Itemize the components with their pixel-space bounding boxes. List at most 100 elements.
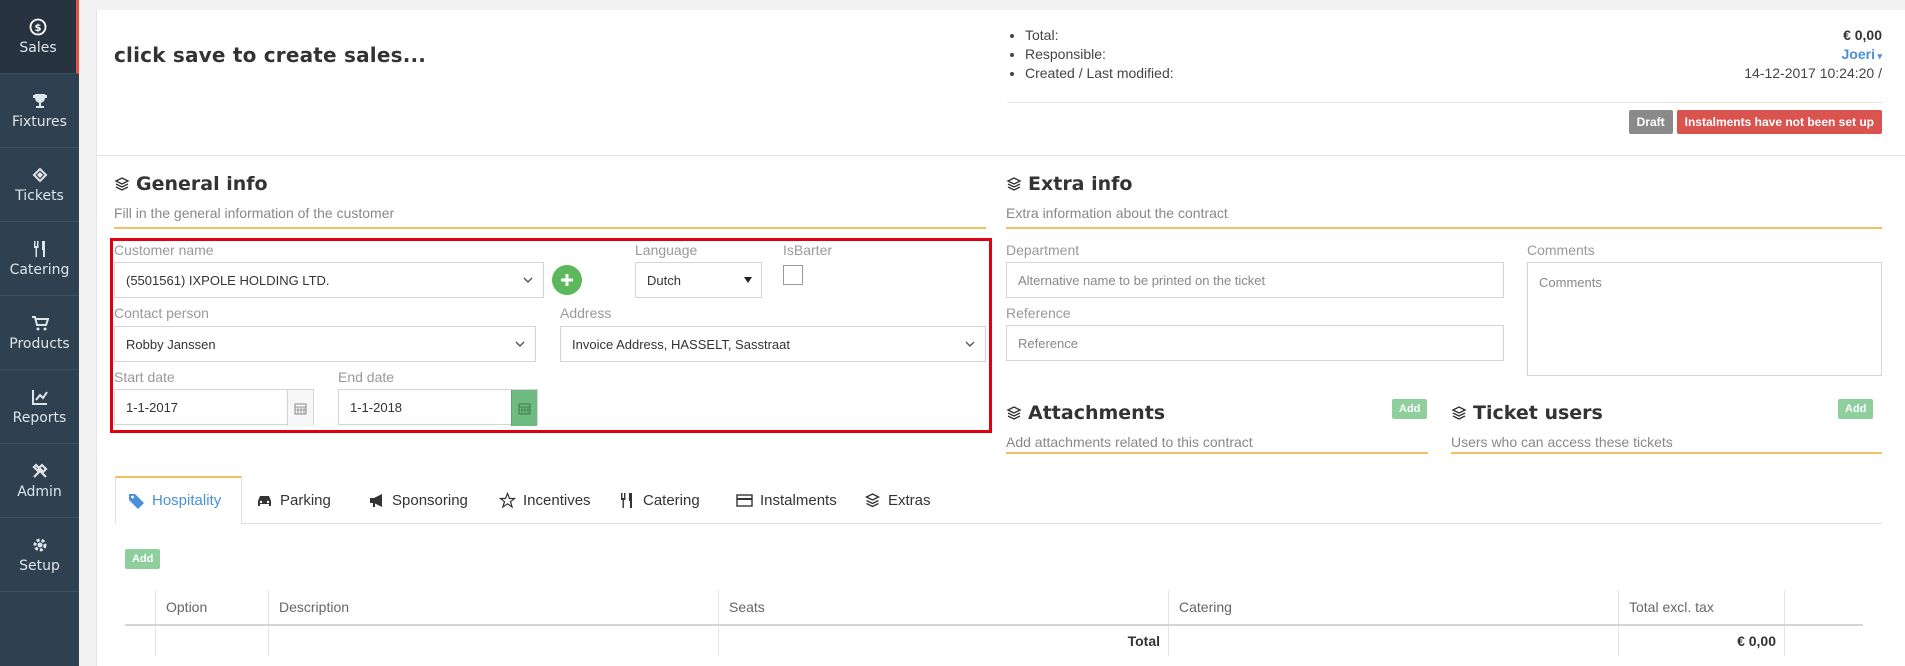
chevron-down-icon	[523, 277, 533, 283]
tab-sponsoring[interactable]: Sponsoring	[356, 476, 480, 524]
sidebar-item-products[interactable]: Products	[0, 296, 79, 370]
page-title: click save to create sales...	[114, 43, 427, 67]
general-info-subtitle: Fill in the general information of the c…	[114, 205, 395, 221]
cutlery-icon	[33, 240, 45, 257]
summary-created: Created / Last modified: 14-12-2017 10:2…	[1025, 64, 1882, 83]
tab-parking[interactable]: Parking	[244, 476, 343, 524]
caret-down-icon	[744, 277, 752, 283]
credit-card-icon	[736, 493, 753, 507]
add-ticket-user-button[interactable]: Add	[1838, 399, 1874, 419]
sidebar: $ Sales Fixtures Tickets Catering Produc…	[0, 0, 79, 666]
sidebar-item-label: Sales	[19, 39, 57, 56]
language-select[interactable]: Dutch	[635, 262, 762, 298]
cutlery-icon	[621, 492, 632, 508]
tab-bar: Hospitality Parking Sponsoring Incentive…	[115, 476, 1882, 524]
tab-hospitality[interactable]: Hospitality	[115, 476, 242, 524]
add-row-button[interactable]: Add	[125, 549, 161, 569]
gear-icon	[33, 538, 46, 551]
layers-icon	[864, 492, 881, 507]
add-attachment-button[interactable]: Add	[1392, 399, 1428, 419]
divider	[1006, 452, 1428, 454]
sidebar-item-label: Products	[9, 335, 70, 352]
layers-icon	[1006, 177, 1022, 191]
sidebar-item-reports[interactable]: Reports	[0, 370, 79, 444]
created-value: 14-12-2017 10:24:20 /	[1744, 65, 1882, 81]
sidebar-item-fixtures[interactable]: Fixtures	[0, 74, 79, 148]
attachments-heading: Attachments	[1006, 402, 1165, 424]
plus-icon	[561, 274, 573, 286]
isbarter-label: IsBarter	[783, 242, 833, 258]
table-header-total: Total excl. tax	[1618, 590, 1784, 624]
sidebar-item-label: Fixtures	[12, 113, 67, 130]
tab-catering[interactable]: Catering	[607, 476, 712, 524]
start-date-label: Start date	[114, 369, 175, 385]
sidebar-item-tickets[interactable]: Tickets	[0, 148, 79, 222]
add-customer-button[interactable]	[552, 265, 582, 295]
ticket-users-subtitle: Users who can access these tickets	[1451, 434, 1673, 450]
department-input[interactable]: Alternative name to be printed on the ti…	[1006, 262, 1504, 298]
reference-input[interactable]: Reference	[1006, 325, 1504, 361]
table-cell	[1784, 626, 1863, 656]
tab-incentives[interactable]: Incentives	[487, 476, 603, 524]
divider	[1006, 227, 1882, 229]
sidebar-item-admin[interactable]: Admin	[0, 444, 79, 518]
main-panel: click save to create sales... Total: € 0…	[96, 10, 1905, 666]
table-cell	[268, 626, 718, 656]
ticket-users-heading: Ticket users	[1451, 402, 1603, 424]
sidebar-item-setup[interactable]: Setup	[0, 518, 79, 592]
summary-panel: Total: € 0,00 Responsible: Joeri ▾ Creat…	[1007, 26, 1882, 103]
status-badge: Draft	[1628, 110, 1673, 134]
summary-responsible: Responsible: Joeri ▾	[1025, 45, 1882, 64]
comments-textarea[interactable]: Comments	[1527, 262, 1882, 376]
address-select[interactable]: Invoice Address, HASSELT, Sasstraat	[560, 326, 986, 362]
language-label: Language	[635, 242, 698, 258]
responsible-dropdown[interactable]: Joeri ▾	[1842, 45, 1883, 66]
layers-icon	[114, 177, 130, 191]
customer-name-label: Customer name	[114, 242, 214, 258]
status-badges: Draft Instalments have not been set up	[1628, 110, 1882, 134]
calendar-icon[interactable]	[287, 390, 313, 426]
trophy-icon	[32, 93, 47, 108]
extra-info-heading: Extra info	[1006, 173, 1132, 195]
table-total-label: Total	[718, 626, 1168, 656]
customer-name-select[interactable]: (5501561) IXPOLE HOLDING LTD.	[114, 262, 544, 298]
tab-instalments[interactable]: Instalments	[724, 476, 849, 524]
general-info-heading: General info	[114, 173, 268, 195]
end-date-label: End date	[338, 369, 395, 385]
table-cell	[1168, 626, 1618, 656]
car-icon	[258, 495, 271, 506]
divider	[114, 227, 986, 229]
end-date-input[interactable]: 1-1-2018	[338, 389, 538, 426]
sidebar-item-catering[interactable]: Catering	[0, 222, 79, 296]
isbarter-checkbox[interactable]	[783, 265, 803, 285]
comments-label: Comments	[1527, 242, 1595, 258]
svg-text:$: $	[35, 23, 42, 34]
start-date-input[interactable]: 1-1-2017	[114, 389, 314, 426]
table-header-option: Option	[155, 590, 268, 624]
divider	[1451, 452, 1882, 454]
sidebar-item-label: Setup	[19, 557, 60, 574]
layers-icon	[1451, 406, 1467, 420]
sidebar-item-label: Reports	[12, 409, 67, 426]
contact-person-label: Contact person	[114, 305, 209, 321]
tools-icon	[31, 462, 48, 478]
reference-label: Reference	[1006, 305, 1071, 321]
divider	[1007, 102, 1882, 103]
tab-extras[interactable]: Extras	[852, 476, 943, 524]
star-icon	[499, 491, 516, 508]
attachments-subtitle: Add attachments related to this contract	[1006, 434, 1253, 450]
table-header-seats: Seats	[718, 590, 1168, 624]
contact-person-select[interactable]: Robby Janssen	[114, 326, 536, 362]
sidebar-item-label: Tickets	[15, 187, 64, 204]
divider	[97, 155, 1905, 156]
warning-badge: Instalments have not been set up	[1676, 110, 1882, 134]
table-header-empty	[125, 590, 155, 624]
department-label: Department	[1006, 242, 1080, 258]
sidebar-item-sales[interactable]: $ Sales	[0, 0, 79, 74]
total-value: € 0,00	[1843, 27, 1882, 43]
cart-icon	[31, 315, 49, 330]
chevron-down-icon	[965, 341, 975, 347]
calendar-icon[interactable]	[511, 390, 537, 426]
sidebar-item-label: Catering	[9, 261, 70, 278]
tag-icon	[129, 494, 144, 509]
